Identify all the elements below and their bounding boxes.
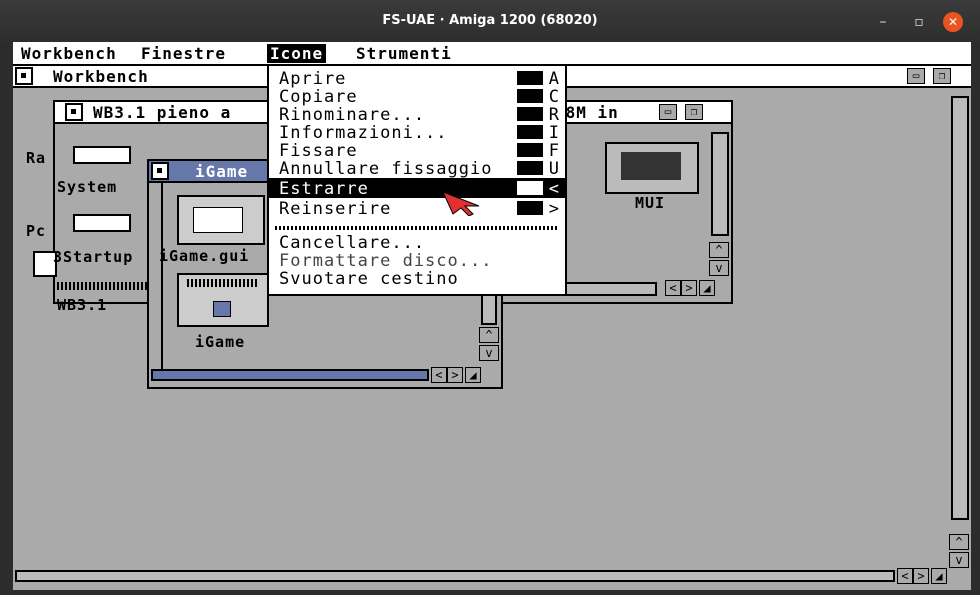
resize-gadget[interactable]: ◢ bbox=[465, 367, 481, 383]
host-titlebar: FS-UAE · Amiga 1200 (68020) – ▫ ✕ bbox=[0, 0, 980, 42]
scroll-right-arrow[interactable]: > bbox=[681, 280, 697, 296]
menu-item-svuotare-cestino[interactable]: Svuotare cestino bbox=[269, 268, 565, 289]
close-gadget[interactable] bbox=[65, 103, 83, 121]
window-title: FS-UAE · Amiga 1200 (68020) bbox=[382, 13, 598, 28]
menu-item-informazioni[interactable]: Informazioni... I bbox=[269, 122, 565, 143]
menu-separator bbox=[275, 226, 559, 230]
amiga-menubar: Workbench Finestre Icone Strumenti bbox=[13, 42, 971, 66]
icone-dropdown: Aprire A Copiare C Rinominare... R Informaz… bbox=[267, 64, 567, 296]
menu-item-fissare[interactable]: Fissare F bbox=[269, 140, 565, 161]
menu-item-annullare-fissaggio[interactable]: Annullare fissaggio U bbox=[269, 158, 565, 179]
joystick-icon bbox=[187, 279, 257, 287]
wb31-label: WB3.1 bbox=[57, 296, 108, 314]
scroll-down-arrow[interactable]: v bbox=[479, 345, 499, 361]
left-border bbox=[151, 183, 163, 379]
joystick-base bbox=[213, 301, 231, 317]
maximize-button[interactable]: ▫ bbox=[909, 12, 929, 32]
menu-strumenti[interactable]: Strumenti bbox=[356, 44, 452, 63]
close-gadget[interactable] bbox=[15, 67, 33, 85]
menu-icone[interactable]: Icone bbox=[267, 44, 327, 63]
ram-label: Ra bbox=[26, 149, 47, 167]
scroll-left-arrow[interactable]: < bbox=[431, 367, 447, 383]
scroll-left-arrow[interactable]: < bbox=[665, 280, 681, 296]
drawer-icon bbox=[621, 152, 681, 180]
icon-selection-pattern bbox=[53, 282, 149, 290]
horizontal-scrollbar[interactable] bbox=[151, 369, 429, 381]
close-button[interactable]: ✕ bbox=[943, 12, 963, 32]
scroll-down-arrow[interactable]: v bbox=[709, 260, 729, 276]
menu-workbench[interactable]: Workbench bbox=[21, 44, 117, 63]
amiga-screen: Workbench Finestre Icone Strumenti Workb… bbox=[13, 42, 971, 590]
depth-gadget[interactable]: ❐ bbox=[685, 104, 703, 120]
igame-gui-icon[interactable] bbox=[177, 195, 265, 245]
resize-gadget[interactable]: ◢ bbox=[699, 280, 715, 296]
zoom-gadget[interactable]: ▭ bbox=[907, 68, 925, 84]
menu-item-estrarre[interactable]: Estrarre < bbox=[269, 178, 565, 199]
menu-item-reinserire[interactable]: Reinserire > bbox=[269, 198, 565, 219]
vertical-scrollbar[interactable] bbox=[711, 132, 729, 236]
menu-item-formattare-disco: Formattare disco... bbox=[279, 251, 493, 271]
menu-finestre[interactable]: Finestre bbox=[141, 44, 226, 63]
menu-item-rinominare[interactable]: Rinominare... R bbox=[269, 104, 565, 125]
minimize-button[interactable]: – bbox=[873, 12, 893, 32]
igame-icon[interactable] bbox=[177, 273, 269, 327]
zoom-gadget[interactable]: ▭ bbox=[659, 104, 677, 120]
scroll-right-arrow[interactable]: > bbox=[913, 568, 929, 584]
igame-label: iGame bbox=[195, 333, 246, 351]
menu-item-aprire[interactable]: Aprire A bbox=[269, 68, 565, 89]
pc-label: Pc bbox=[26, 222, 47, 240]
scroll-up-arrow[interactable]: ^ bbox=[949, 534, 969, 550]
mui-icon[interactable] bbox=[605, 142, 699, 194]
resize-gadget[interactable]: ◢ bbox=[931, 568, 947, 584]
scroll-down-arrow[interactable]: v bbox=[949, 552, 969, 568]
mouse-pointer-icon bbox=[443, 192, 480, 216]
startup-label: 3Startup bbox=[53, 248, 134, 266]
scroll-up-arrow[interactable]: ^ bbox=[709, 242, 729, 258]
workbench-title: Workbench bbox=[53, 67, 149, 86]
mui-label: MUI bbox=[635, 194, 666, 212]
igame-gui-label: iGame.gui bbox=[159, 247, 250, 265]
menu-item-cancellare[interactable]: Cancellare... bbox=[269, 232, 565, 253]
close-gadget[interactable] bbox=[151, 162, 169, 180]
document-icon bbox=[193, 207, 243, 233]
scroll-up-arrow[interactable]: ^ bbox=[479, 327, 499, 343]
menu-item-copiare[interactable]: Copiare C bbox=[269, 86, 565, 107]
system-label: System bbox=[57, 178, 118, 196]
igame-title: iGame bbox=[195, 162, 249, 181]
system-drive-icon[interactable] bbox=[73, 146, 131, 164]
startup-drive-icon[interactable] bbox=[73, 214, 131, 232]
depth-gadget[interactable]: ❐ bbox=[933, 68, 951, 84]
vertical-scrollbar[interactable] bbox=[481, 291, 497, 325]
vertical-scrollbar[interactable] bbox=[951, 96, 969, 520]
scroll-left-arrow[interactable]: < bbox=[897, 568, 913, 584]
wb31-title: WB3.1 pieno a bbox=[93, 103, 232, 122]
horizontal-scrollbar[interactable] bbox=[15, 570, 895, 582]
scroll-right-arrow[interactable]: > bbox=[447, 367, 463, 383]
